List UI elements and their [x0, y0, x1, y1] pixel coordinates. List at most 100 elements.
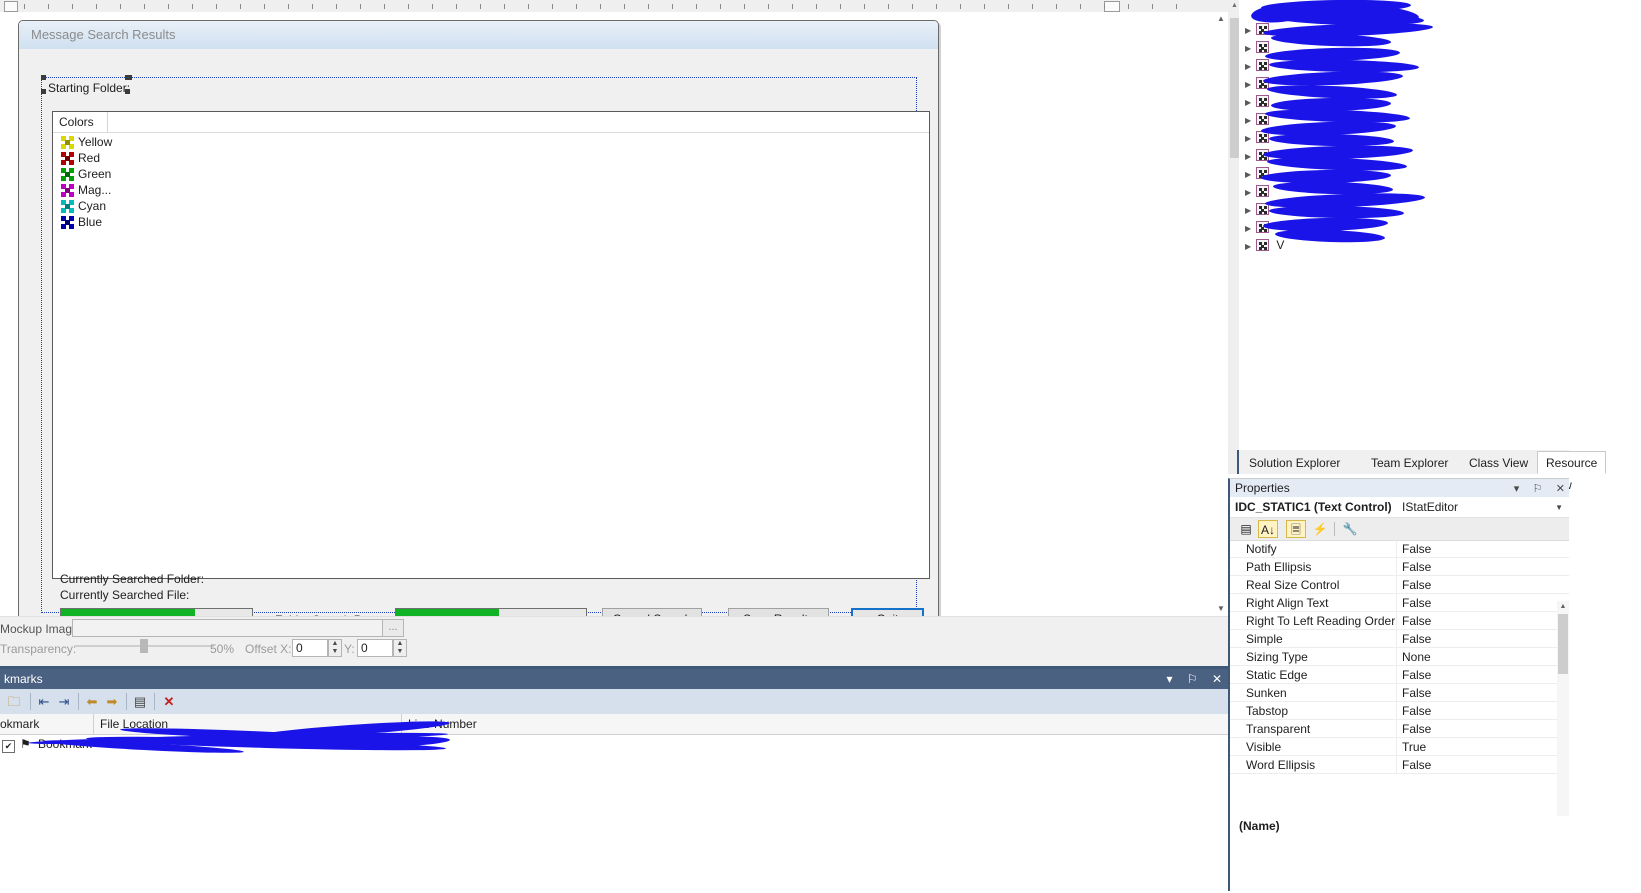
tree-node[interactable]: ▶ [1245, 201, 1273, 218]
tree-node[interactable]: ▶ [1245, 129, 1273, 146]
designer-vertical-scrollbar[interactable]: ▲ ▼ [1214, 12, 1228, 616]
property-value[interactable]: False [1402, 612, 1431, 630]
column-line-number[interactable]: Line Number [402, 714, 542, 734]
list-item[interactable]: Cyan [61, 198, 106, 214]
expand-chevron-icon[interactable]: ▶ [1245, 94, 1256, 111]
tree-node[interactable]: ▶ [1245, 183, 1273, 200]
property-value[interactable]: None [1402, 648, 1431, 666]
property-value[interactable]: False [1402, 558, 1431, 576]
expand-chevron-icon[interactable]: ▶ [1245, 238, 1256, 255]
offset-y-input[interactable]: 0 [357, 639, 393, 657]
categorized-icon[interactable]: ▤ [1236, 520, 1256, 538]
expand-chevron-icon[interactable]: ▶ [1245, 112, 1256, 129]
bookmarks-column-header[interactable]: okmark File Location Line Number [0, 714, 1228, 735]
offset-y-stepper[interactable]: ▲ ▼ [393, 639, 407, 657]
table-row[interactable]: Notify False [1230, 540, 1569, 558]
resize-handle-s[interactable] [125, 89, 130, 94]
tree-node[interactable]: ▶ [1245, 219, 1273, 236]
tree-node[interactable]: ▶ [1245, 93, 1273, 110]
scroll-up-icon[interactable]: ▲ [1557, 601, 1569, 613]
properties-grid[interactable]: Notify False Path Ellipsis False Real Si… [1230, 540, 1569, 816]
property-value[interactable]: False [1402, 684, 1431, 702]
table-row[interactable]: Path Ellipsis False [1230, 558, 1569, 576]
tab-class-view[interactable]: Class View [1461, 452, 1536, 474]
chevron-down-icon[interactable]: ▾ [1166, 672, 1172, 686]
column-bookmark[interactable]: okmark [0, 714, 94, 734]
properties-window-tools[interactable]: ▾ ⚐ ✕ [1504, 479, 1565, 497]
table-row[interactable]: Tabstop False [1230, 702, 1569, 720]
mockup-browse-button[interactable]: ... [382, 619, 404, 637]
close-icon[interactable]: ✕ [1212, 672, 1222, 686]
table-row[interactable]: Real Size Control False [1230, 576, 1569, 594]
expand-chevron-icon[interactable]: ▶ [1245, 40, 1256, 57]
properties-object-selector[interactable]: IDC_STATIC1 (Text Control) IStatEditor ▼ [1230, 497, 1569, 518]
close-icon[interactable]: ✕ [1556, 483, 1565, 495]
property-value[interactable]: False [1402, 702, 1431, 720]
toggle-bookmark-icon[interactable]: ▤ [130, 692, 150, 711]
offset-x-input[interactable]: 0 [292, 639, 328, 657]
chevron-down-icon[interactable]: ▼ [1555, 497, 1563, 518]
stepper-up-icon[interactable]: ▲ [394, 640, 406, 648]
property-value[interactable]: False [1402, 540, 1431, 558]
quit-button[interactable]: Quit [851, 608, 924, 616]
slider-knob[interactable] [140, 639, 148, 653]
list-item[interactable]: Green [61, 166, 111, 182]
bookmarks-window-tools[interactable]: ▾ ⚐ ✕ [1155, 669, 1222, 689]
list-item[interactable]: Mag... [61, 182, 111, 198]
pin-icon[interactable]: ⚐ [1187, 672, 1198, 686]
tree-node[interactable]: ▶ [1245, 147, 1273, 164]
pin-icon[interactable]: ⚐ [1533, 483, 1543, 495]
property-value[interactable]: False [1402, 576, 1431, 594]
list-item[interactable]: Red [61, 150, 100, 166]
next-bookmark-icon[interactable]: ⇥ [54, 692, 74, 711]
column-file-location[interactable]: File Location [94, 714, 402, 734]
offset-x-stepper[interactable]: ▲ ▼ [328, 639, 342, 657]
expand-chevron-icon[interactable]: ▶ [1245, 148, 1256, 165]
transparency-slider[interactable] [74, 638, 214, 654]
property-value[interactable]: False [1402, 594, 1431, 612]
previous-bookmark-icon[interactable]: ⇤ [34, 692, 54, 711]
ruler-thumb[interactable] [1104, 1, 1120, 12]
scroll-up-icon[interactable]: ▲ [1230, 2, 1239, 9]
property-value[interactable]: False [1402, 666, 1431, 684]
resource-view-tree[interactable]: ▲ ▶ ▶ ▶ ▶ ▶ ▶ ▶ ▶ ▶ ▶ ▶ ▶ ▶ V [1230, 0, 1569, 450]
tab-resource-view[interactable]: Resource View [1537, 451, 1607, 492]
tree-node[interactable]: ▶ [1245, 57, 1273, 74]
resize-handle-sw[interactable] [41, 89, 46, 94]
tab-solution-explorer[interactable]: Solution Explorer [1241, 452, 1348, 474]
tree-node[interactable]: ▶ [1245, 39, 1273, 56]
results-list-control[interactable]: Colors Yellow Red Green Mag... Cyan Blue [52, 111, 930, 579]
resize-handle-ne[interactable] [127, 75, 132, 80]
delete-bookmark-icon[interactable]: ✕ [159, 692, 179, 711]
property-value[interactable]: False [1402, 630, 1431, 648]
table-row[interactable]: Sizing Type None [1230, 648, 1569, 666]
table-row[interactable]: Right To Left Reading Order False [1230, 612, 1569, 630]
results-column-blank[interactable] [108, 112, 168, 132]
property-value[interactable]: False [1402, 720, 1431, 738]
expand-chevron-icon[interactable]: ▶ [1245, 184, 1256, 201]
new-folder-icon[interactable]: 🗀 [4, 692, 24, 711]
tree-node[interactable]: ▶ V [1245, 237, 1284, 254]
tree-node[interactable]: ▶ [1245, 75, 1273, 92]
results-column-colors[interactable]: Colors [53, 112, 108, 132]
stepper-down-icon[interactable]: ▼ [329, 648, 341, 656]
save-results-button[interactable]: Save Results [728, 608, 829, 616]
events-icon[interactable]: ⚡ [1310, 520, 1330, 538]
list-item[interactable]: Yellow [61, 134, 112, 150]
mockup-image-input[interactable] [72, 619, 384, 637]
right-dock[interactable]: ▲ ▶ ▶ ▶ ▶ ▶ ▶ ▶ ▶ ▶ ▶ ▶ ▶ ▶ V Solution E… [1228, 0, 1641, 891]
dialog-client-area[interactable]: Starting Folder: Colors Yellow Red Green… [19, 49, 938, 616]
next-folder-bookmark-icon[interactable]: ➡ [102, 692, 122, 711]
results-list-header[interactable]: Colors [53, 112, 929, 133]
table-row[interactable]: Word Ellipsis False [1230, 756, 1569, 774]
resource-view-scrollbar[interactable]: ▲ [1230, 0, 1239, 450]
tree-node[interactable]: ▶ [1245, 111, 1273, 128]
expand-chevron-icon[interactable]: ▶ [1245, 166, 1256, 183]
stepper-down-icon[interactable]: ▼ [394, 648, 406, 656]
scrollbar-thumb[interactable] [1230, 18, 1239, 158]
properties-icon[interactable]: 🗏 [1286, 520, 1306, 538]
chevron-down-icon[interactable]: ▾ [1514, 483, 1520, 495]
scrollbar-thumb[interactable] [1558, 614, 1568, 674]
tree-node[interactable]: ▶ [1245, 21, 1273, 38]
properties-toolbar[interactable]: ▤ A↓ 🗏 ⚡ 🔧 [1230, 518, 1569, 541]
